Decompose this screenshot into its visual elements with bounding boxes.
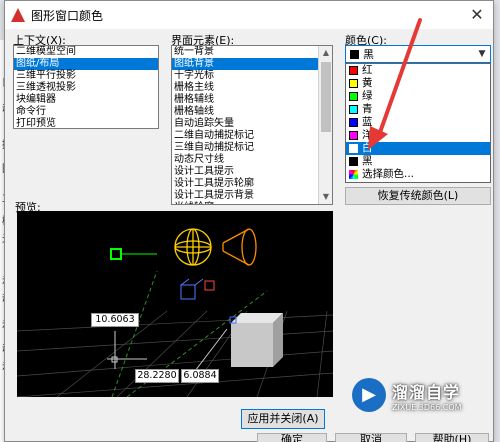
context-listbox[interactable]: 二维模型空间 图纸/布局 三维平行投影 三维透视投影 块编辑器 命令行 打印预览 bbox=[13, 45, 159, 129]
perspective-grid bbox=[17, 310, 333, 397]
context-item[interactable]: 块编辑器 bbox=[14, 94, 158, 106]
element-item[interactable]: 设计工具提示轮廓 bbox=[172, 178, 318, 190]
dialog-title: 图形窗口颜色 bbox=[31, 8, 104, 23]
color-swatch bbox=[349, 144, 358, 153]
color-option[interactable]: 绿 bbox=[346, 90, 490, 103]
watermark: ▶ 溜溜自学 ZIXUE.3D66.COM bbox=[352, 372, 492, 418]
color-dropdown-list[interactable]: 红黄绿青蓝洋红白黑选择颜色... bbox=[345, 63, 491, 183]
watermark-text: 溜溜自学 ZIXUE.3D66.COM bbox=[392, 379, 462, 412]
color-swatch bbox=[349, 131, 358, 140]
element-item[interactable]: 栅格轴线 bbox=[172, 106, 318, 118]
element-item[interactable]: 统一背景 bbox=[172, 46, 318, 58]
gray-box bbox=[231, 313, 283, 367]
title-bar[interactable]: 图形窗口颜色 ✕ bbox=[5, 1, 493, 29]
color-swatch bbox=[349, 79, 358, 88]
scroll-thumb[interactable] bbox=[321, 62, 331, 132]
cancel-button[interactable]: 取消 bbox=[335, 433, 407, 442]
element-item[interactable]: 自动追踪矢量 bbox=[172, 118, 318, 130]
red-marker bbox=[204, 280, 215, 291]
color-swatch bbox=[350, 49, 359, 59]
color-swatch bbox=[349, 118, 358, 127]
color-option-label: 红 bbox=[362, 64, 373, 76]
context-item[interactable]: 三维平行投影 bbox=[14, 70, 158, 82]
color-option[interactable]: 黑 bbox=[346, 155, 490, 168]
spotlight-cone bbox=[222, 228, 257, 266]
watermark-title: 溜溜自学 bbox=[392, 382, 461, 402]
element-item[interactable]: 图纸背景 bbox=[172, 58, 318, 70]
context-item[interactable]: 二维模型空间 bbox=[14, 46, 158, 58]
help-button[interactable]: 帮助(H) bbox=[415, 433, 489, 442]
chevron-down-icon[interactable]: ▼ bbox=[474, 46, 490, 62]
color-swatch bbox=[349, 157, 358, 166]
elements-listbox[interactable]: 统一背景 图纸背景 十字光标 栅格主线 栅格辅线 栅格轴线 自动追踪矢量 二维自动捕捉标记 三维… bbox=[171, 45, 333, 205]
color-option-label: 蓝 bbox=[362, 116, 373, 128]
apply-and-close-button[interactable]: 应用并关闭(A) bbox=[241, 409, 325, 429]
color-option[interactable]: 蓝 bbox=[346, 116, 490, 129]
color-option[interactable]: 洋红 bbox=[346, 129, 490, 142]
color-option-label: 黑 bbox=[362, 155, 373, 167]
scroll-down-icon[interactable]: ▼ bbox=[319, 190, 332, 204]
context-item[interactable]: 图纸/布局 bbox=[14, 58, 158, 70]
dim-input-distance: 10.6063 bbox=[91, 313, 139, 327]
color-option[interactable]: 白 bbox=[346, 142, 490, 155]
ok-button[interactable]: 确定 bbox=[257, 433, 327, 442]
color-option-label: 青 bbox=[362, 103, 373, 115]
dim-line bbox=[194, 328, 228, 372]
element-item[interactable]: 栅格辅线 bbox=[172, 94, 318, 106]
color-wheel-icon bbox=[349, 170, 358, 179]
color-select-value: 黑 bbox=[363, 48, 374, 61]
color-option-label: 绿 bbox=[362, 90, 373, 102]
color-option[interactable]: 青 bbox=[346, 103, 490, 116]
element-item[interactable]: 光线轮廓 bbox=[172, 202, 318, 204]
green-grip-marker bbox=[110, 248, 122, 260]
color-select[interactable]: 黑 ▼ bbox=[345, 45, 491, 63]
scroll-up-icon[interactable]: ▲ bbox=[319, 46, 332, 60]
color-option[interactable]: 选择颜色... bbox=[346, 168, 490, 181]
color-option[interactable]: 红 bbox=[346, 64, 490, 77]
close-icon[interactable]: ✕ bbox=[467, 5, 487, 25]
context-item[interactable]: 打印预览 bbox=[14, 118, 158, 128]
color-option-label: 白 bbox=[362, 142, 373, 154]
preview-canvas: 10.6063 28.2280 6.0884 bbox=[17, 211, 333, 397]
dim-input-x: 28.2280 bbox=[135, 369, 179, 383]
elements-scrollbar[interactable]: ▲ ▼ bbox=[318, 46, 332, 204]
sphere-wireframe bbox=[174, 228, 212, 266]
element-item[interactable]: 设计工具提示背景 bbox=[172, 190, 318, 202]
autocad-logo-icon bbox=[11, 8, 25, 22]
element-item[interactable]: 三维自动捕捉标记 bbox=[172, 142, 318, 154]
element-item[interactable]: 设计工具提示 bbox=[172, 166, 318, 178]
play-logo-icon: ▶ bbox=[352, 378, 386, 412]
color-option-label: 洋红 bbox=[362, 129, 383, 141]
context-item[interactable]: 命令行 bbox=[14, 106, 158, 118]
restore-classic-colors-button[interactable]: 恢复传统颜色(L) bbox=[345, 187, 491, 205]
element-item[interactable]: 十字光标 bbox=[172, 70, 318, 82]
color-swatch bbox=[349, 66, 358, 75]
color-swatch bbox=[349, 105, 358, 114]
context-item[interactable]: 三维透视投影 bbox=[14, 82, 158, 94]
color-swatch bbox=[349, 92, 358, 101]
color-option[interactable]: 黄 bbox=[346, 77, 490, 90]
watermark-subtitle: ZIXUE.3D66.COM bbox=[392, 402, 462, 412]
dim-input-y: 6.0884 bbox=[181, 369, 219, 383]
color-option-label: 黄 bbox=[362, 77, 373, 89]
color-option-label: 选择颜色... bbox=[362, 168, 415, 180]
element-item[interactable]: 动态尺寸线 bbox=[172, 154, 318, 166]
element-item[interactable]: 栅格主线 bbox=[172, 82, 318, 94]
ucs-icon bbox=[180, 278, 204, 300]
element-item[interactable]: 二维自动捕捉标记 bbox=[172, 130, 318, 142]
